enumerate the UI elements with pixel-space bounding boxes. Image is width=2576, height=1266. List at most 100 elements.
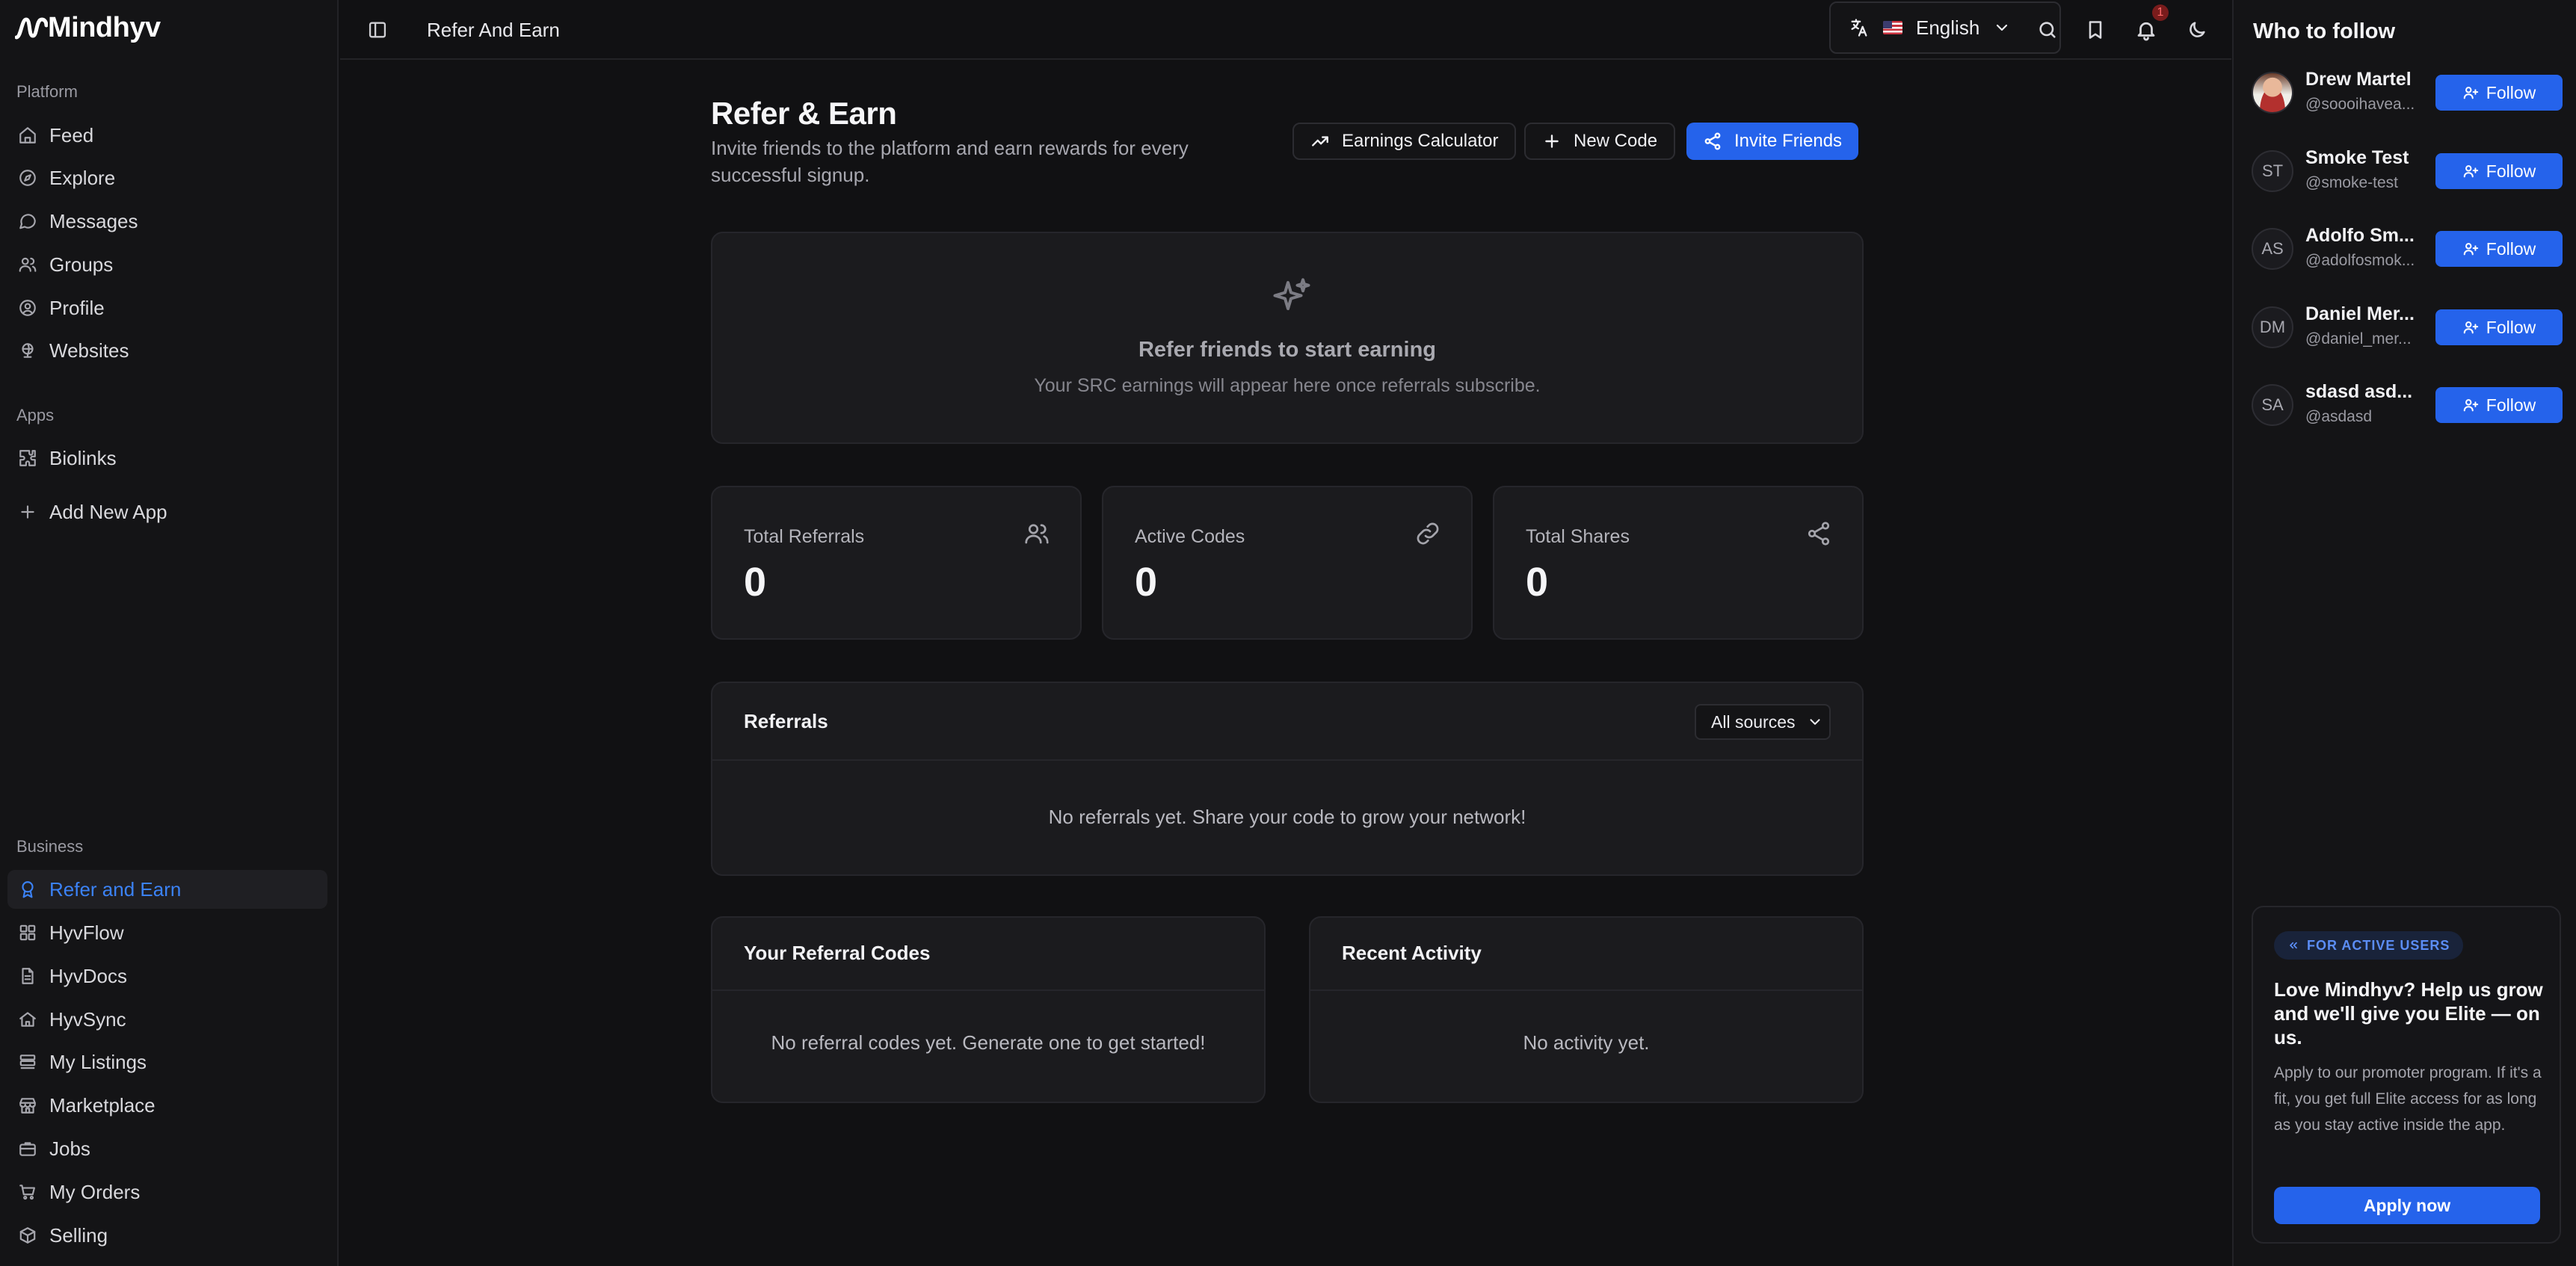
chevrons-left-icon	[2290, 942, 2297, 949]
sidebar-item-label: Feed	[49, 123, 94, 146]
sidebar-item-profile[interactable]: Profile	[7, 288, 327, 327]
panel-left-icon	[369, 22, 386, 38]
sidebar-item-add-new-app[interactable]: Add New App	[7, 492, 327, 531]
empty-state-title: Refer friends to start earning	[1138, 338, 1437, 362]
grid-icon	[19, 924, 36, 941]
user-plus-icon	[2463, 321, 2478, 334]
bookmarks-button[interactable]	[2079, 13, 2112, 46]
plus-icon	[21, 505, 34, 519]
sidebar-item-label: Profile	[49, 296, 105, 319]
follow-button[interactable]: Follow	[2435, 387, 2563, 423]
follow-button-label: Follow	[2486, 395, 2536, 415]
stat-label: Total Shares	[1526, 526, 1630, 547]
new-code-button[interactable]: New Code	[1524, 123, 1676, 160]
user-handle: @daniel_mer...	[2305, 330, 2412, 348]
language-label: English	[1916, 16, 1980, 39]
sidebar-item-label: Add New App	[49, 500, 167, 523]
share-icon	[1704, 132, 1721, 150]
search-button[interactable]	[2031, 13, 2064, 46]
stat-value: 0	[1135, 560, 1158, 605]
main-content: Refer & Earn Invite friends to the platf…	[340, 61, 2231, 1266]
home-icon	[19, 127, 36, 143]
notification-count-badge: 1	[2152, 4, 2169, 21]
who-to-follow-panel: Who to follow Drew Martel @soooihavea...…	[2232, 0, 2576, 1266]
follow-button[interactable]: Follow	[2435, 231, 2563, 267]
brand-logo[interactable]: Mindhyv	[15, 10, 161, 45]
sidebar-item-selling[interactable]: Selling	[7, 1216, 327, 1255]
source-filter-select[interactable]: All sources	[1695, 704, 1831, 740]
sidebar-item-my-orders[interactable]: My Orders	[7, 1173, 327, 1211]
stat-value: 0	[744, 560, 767, 605]
package-icon	[19, 1227, 36, 1244]
sidebar-item-jobs[interactable]: Jobs	[7, 1129, 327, 1168]
new-code-label: New Code	[1574, 131, 1658, 151]
sidebar-item-messages[interactable]: Messages	[7, 202, 327, 241]
avatar[interactable]: ST	[2252, 150, 2293, 192]
sidebar-item-label: My Orders	[49, 1180, 141, 1203]
invite-friends-button[interactable]: Invite Friends	[1686, 123, 1859, 160]
follow-suggestion: ST Smoke Test @smoke-test Follow	[2252, 147, 2563, 195]
bookmark-icon	[2089, 21, 2102, 39]
user-name[interactable]: Adolfo Sm...	[2305, 225, 2425, 247]
sidebar-item-my-listings[interactable]: My Listings	[7, 1043, 327, 1081]
house-sync-icon	[19, 1012, 36, 1027]
sidebar-item-biolinks[interactable]: Biolinks	[7, 439, 327, 478]
avatar[interactable]	[2252, 72, 2293, 114]
referrals-card-header: Referrals All sources	[712, 683, 1862, 761]
referral-codes-card: Your Referral Codes No referral codes ye…	[711, 916, 1266, 1103]
user-plus-icon	[2463, 243, 2478, 256]
referral-codes-header: Your Referral Codes	[712, 918, 1264, 991]
user-name[interactable]: Drew Martel	[2305, 69, 2425, 90]
earnings-empty-state: Refer friends to start earning Your SRC …	[711, 232, 1864, 444]
user-name[interactable]: Smoke Test	[2305, 147, 2425, 169]
sidebar-item-hyvdocs[interactable]: HyvDocs	[7, 957, 327, 995]
avatar[interactable]: AS	[2252, 228, 2293, 270]
stat-value: 0	[1526, 560, 1549, 605]
link-icon	[1417, 522, 1439, 545]
earnings-calculator-button[interactable]: Earnings Calculator	[1292, 123, 1517, 160]
compass-icon	[19, 170, 36, 186]
sidebar-item-feed[interactable]: Feed	[7, 116, 327, 155]
invite-friends-label: Invite Friends	[1734, 131, 1843, 151]
sidebar-item-marketplace[interactable]: Marketplace	[7, 1086, 327, 1125]
theme-toggle-button[interactable]	[2181, 13, 2213, 46]
sidebar-item-label: HyvFlow	[49, 921, 124, 944]
chevron-down-icon	[1997, 24, 2008, 31]
sidebar-item-label: Groups	[49, 253, 114, 276]
sidebar-item-label: Messages	[49, 209, 138, 232]
user-name[interactable]: Daniel Mer...	[2305, 303, 2425, 325]
notifications-button[interactable]: 1	[2130, 4, 2169, 46]
sidebar-item-websites[interactable]: Websites	[7, 331, 327, 370]
follow-button[interactable]: Follow	[2435, 75, 2563, 111]
follow-button[interactable]: Follow	[2435, 153, 2563, 189]
referrals-title: Referrals	[744, 710, 828, 732]
avatar[interactable]: SA	[2252, 384, 2293, 426]
sidebar-item-label: Biolinks	[49, 446, 117, 469]
user-handle: @smoke-test	[2305, 174, 2399, 191]
sidebar-item-hyvsync[interactable]: HyvSync	[7, 1000, 327, 1039]
sidebar-toggle-button[interactable]	[363, 15, 392, 45]
sidebar-item-groups[interactable]: Groups	[7, 245, 327, 284]
user-name[interactable]: sdasd asd...	[2305, 381, 2425, 403]
breadcrumb: Refer And Earn	[427, 19, 560, 41]
cart-icon	[19, 1185, 35, 1200]
plus-icon	[1545, 135, 1559, 148]
apply-now-button[interactable]: Apply now	[2274, 1187, 2540, 1224]
user-handle: @soooihavea...	[2305, 96, 2415, 113]
promoter-program-card: FOR ACTIVE USERS Love Mindhyv? Help us g…	[2252, 906, 2561, 1244]
follow-suggestion: Drew Martel @soooihavea... Follow	[2252, 69, 2563, 117]
sidebar-item-hyvflow[interactable]: HyvFlow	[7, 913, 327, 952]
list-icon	[19, 1055, 36, 1069]
stat-card-total-shares: Total Shares 0	[1493, 486, 1864, 640]
avatar[interactable]: DM	[2252, 306, 2293, 348]
sidebar-item-refer-and-earn[interactable]: Refer and Earn	[7, 870, 327, 909]
follow-button-label: Follow	[2486, 161, 2536, 181]
sidebar-item-explore[interactable]: Explore	[7, 158, 327, 197]
empty-state-subtitle: Your SRC earnings will appear here once …	[1034, 375, 1541, 396]
top-bar: Refer And Earn English 1	[340, 0, 2231, 60]
language-selector[interactable]: English	[1829, 1, 2061, 54]
follow-button[interactable]: Follow	[2435, 309, 2563, 345]
sidebar-item-label: Selling	[49, 1223, 108, 1247]
globe-icon	[22, 343, 34, 358]
sidebar-item-label: My Listings	[49, 1050, 147, 1073]
